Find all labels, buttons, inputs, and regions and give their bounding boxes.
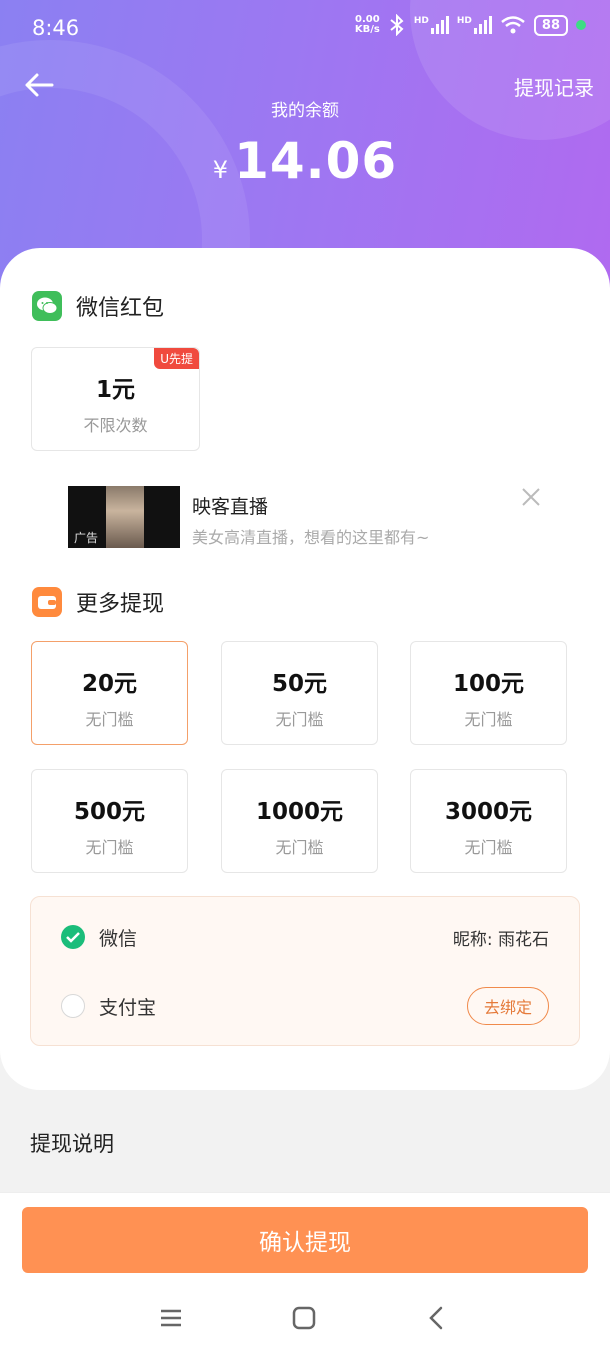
withdraw-option-1000[interactable]: 1000元 无门槛 xyxy=(221,769,378,873)
balance-amount: 14.06 xyxy=(234,132,398,190)
confirm-withdraw-button[interactable]: 确认提现 xyxy=(22,1207,588,1273)
signal-label: HD xyxy=(413,16,429,26)
check-icon[interactable] xyxy=(61,925,85,949)
payment-method-box: 微信 昵称: 雨花石 支付宝 去绑定 xyxy=(30,896,580,1046)
option-sub: 不限次数 xyxy=(83,416,148,435)
payment-name-alipay: 支付宝 xyxy=(99,996,157,1019)
status-bar: 8:46 0.00 KB/s HD HD 88 xyxy=(0,0,610,56)
battery-indicator: 88 xyxy=(533,14,568,36)
balance-display: ¥14.06 xyxy=(0,132,610,190)
balance-label: 我的余额 xyxy=(271,101,339,121)
net-speed: 0.00 KB/s xyxy=(355,15,380,35)
wechat-redpacket-title: 微信红包 xyxy=(32,290,164,322)
status-time: 8:46 xyxy=(32,16,80,40)
signal-icon: HD xyxy=(457,16,492,34)
net-speed-unit: KB/s xyxy=(354,24,380,35)
wechat-icon xyxy=(32,291,62,321)
menu-icon[interactable] xyxy=(158,1305,184,1331)
option-amount: 500元 xyxy=(73,799,145,825)
radio-unchecked-icon[interactable] xyxy=(61,994,85,1018)
payment-option-alipay[interactable]: 支付宝 去绑定 xyxy=(61,986,549,1026)
withdraw-option-3000[interactable]: 3000元 无门槛 xyxy=(410,769,567,873)
section-title-text: 更多提现 xyxy=(76,592,165,617)
bind-alipay-button[interactable]: 去绑定 xyxy=(466,987,549,1025)
option-sub: 无门槛 xyxy=(275,710,324,729)
bottom-bar: 确认提现 xyxy=(0,1192,610,1356)
ad-banner[interactable]: 广告 映客直播 美女高清直播，想看的这里都有~ xyxy=(68,486,548,550)
option-amount: 3000元 xyxy=(444,799,532,825)
payment-option-wechat[interactable]: 微信 昵称: 雨花石 xyxy=(61,917,549,957)
wallet-icon xyxy=(32,587,62,617)
signal-icon: HD xyxy=(414,16,449,34)
priority-badge: U先提 xyxy=(154,348,199,369)
withdraw-option-100[interactable]: 100元 无门槛 xyxy=(410,641,567,745)
option-amount: 1000元 xyxy=(255,799,343,825)
system-nav-bar xyxy=(0,1293,610,1343)
redpacket-option-1yuan[interactable]: U先提 1元 不限次数 xyxy=(31,347,200,451)
option-sub: 无门槛 xyxy=(85,838,134,857)
withdraw-option-50[interactable]: 50元 无门槛 xyxy=(221,641,378,745)
ad-tag: 广告 xyxy=(74,531,99,545)
privacy-dot xyxy=(576,20,586,30)
option-amount: 50元 xyxy=(271,671,327,697)
signal-label: HD xyxy=(456,16,472,26)
wechat-nickname: 昵称: 雨花石 xyxy=(452,929,549,950)
ad-title: 映客直播 xyxy=(192,496,269,518)
withdraw-option-20[interactable]: 20元 无门槛 xyxy=(31,641,188,745)
more-withdraw-title: 更多提现 xyxy=(32,586,164,618)
ad-image xyxy=(106,486,144,548)
option-sub: 无门槛 xyxy=(275,838,324,857)
close-icon[interactable] xyxy=(520,486,542,508)
home-icon[interactable] xyxy=(291,1305,317,1331)
withdraw-explanation-title: 提现说明 xyxy=(30,1132,114,1156)
option-amount: 1元 xyxy=(95,377,135,403)
payment-name-wechat: 微信 xyxy=(99,927,138,950)
bluetooth-icon xyxy=(390,14,404,36)
option-sub: 无门槛 xyxy=(464,838,513,857)
ad-thumbnail[interactable]: 广告 xyxy=(68,486,180,548)
option-sub: 无门槛 xyxy=(464,710,513,729)
ad-description: 美女高清直播，想看的这里都有~ xyxy=(192,528,430,547)
option-amount: 20元 xyxy=(81,671,137,697)
option-amount: 100元 xyxy=(452,671,524,697)
option-sub: 无门槛 xyxy=(85,710,134,729)
wifi-icon xyxy=(501,16,525,34)
back-icon[interactable] xyxy=(424,1305,450,1331)
currency-symbol: ¥ xyxy=(212,156,229,184)
withdraw-option-500[interactable]: 500元 无门槛 xyxy=(31,769,188,873)
status-icons: 0.00 KB/s HD HD 88 xyxy=(355,14,586,36)
section-title-text: 微信红包 xyxy=(76,296,165,321)
